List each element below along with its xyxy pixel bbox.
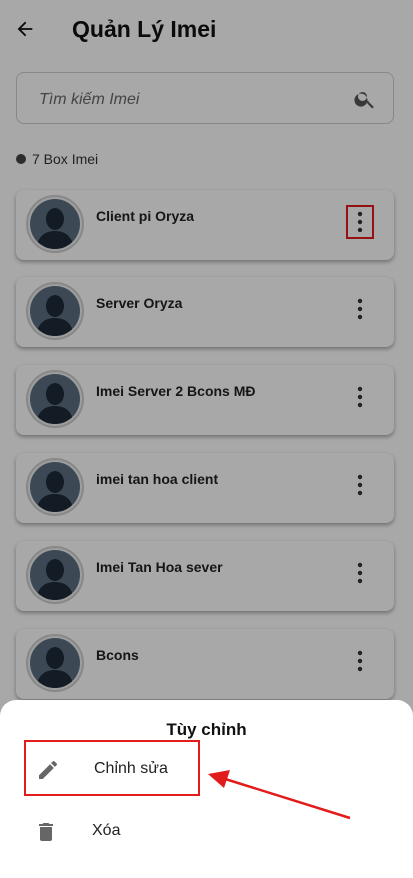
imei-management-screen: Quản Lý Imei 7 Box Imei Client pi Oryza xyxy=(0,0,413,878)
edit-action[interactable]: Chỉnh sửa xyxy=(24,740,200,796)
sheet-title: Tùy chỉnh xyxy=(166,720,247,739)
annotation-arrow xyxy=(208,770,351,820)
edit-action-label: Chỉnh sửa xyxy=(94,760,168,777)
trash-icon xyxy=(39,823,53,841)
delete-action[interactable]: Xóa xyxy=(24,804,200,860)
pencil-icon xyxy=(39,760,57,779)
delete-action-label: Xóa xyxy=(92,822,121,839)
